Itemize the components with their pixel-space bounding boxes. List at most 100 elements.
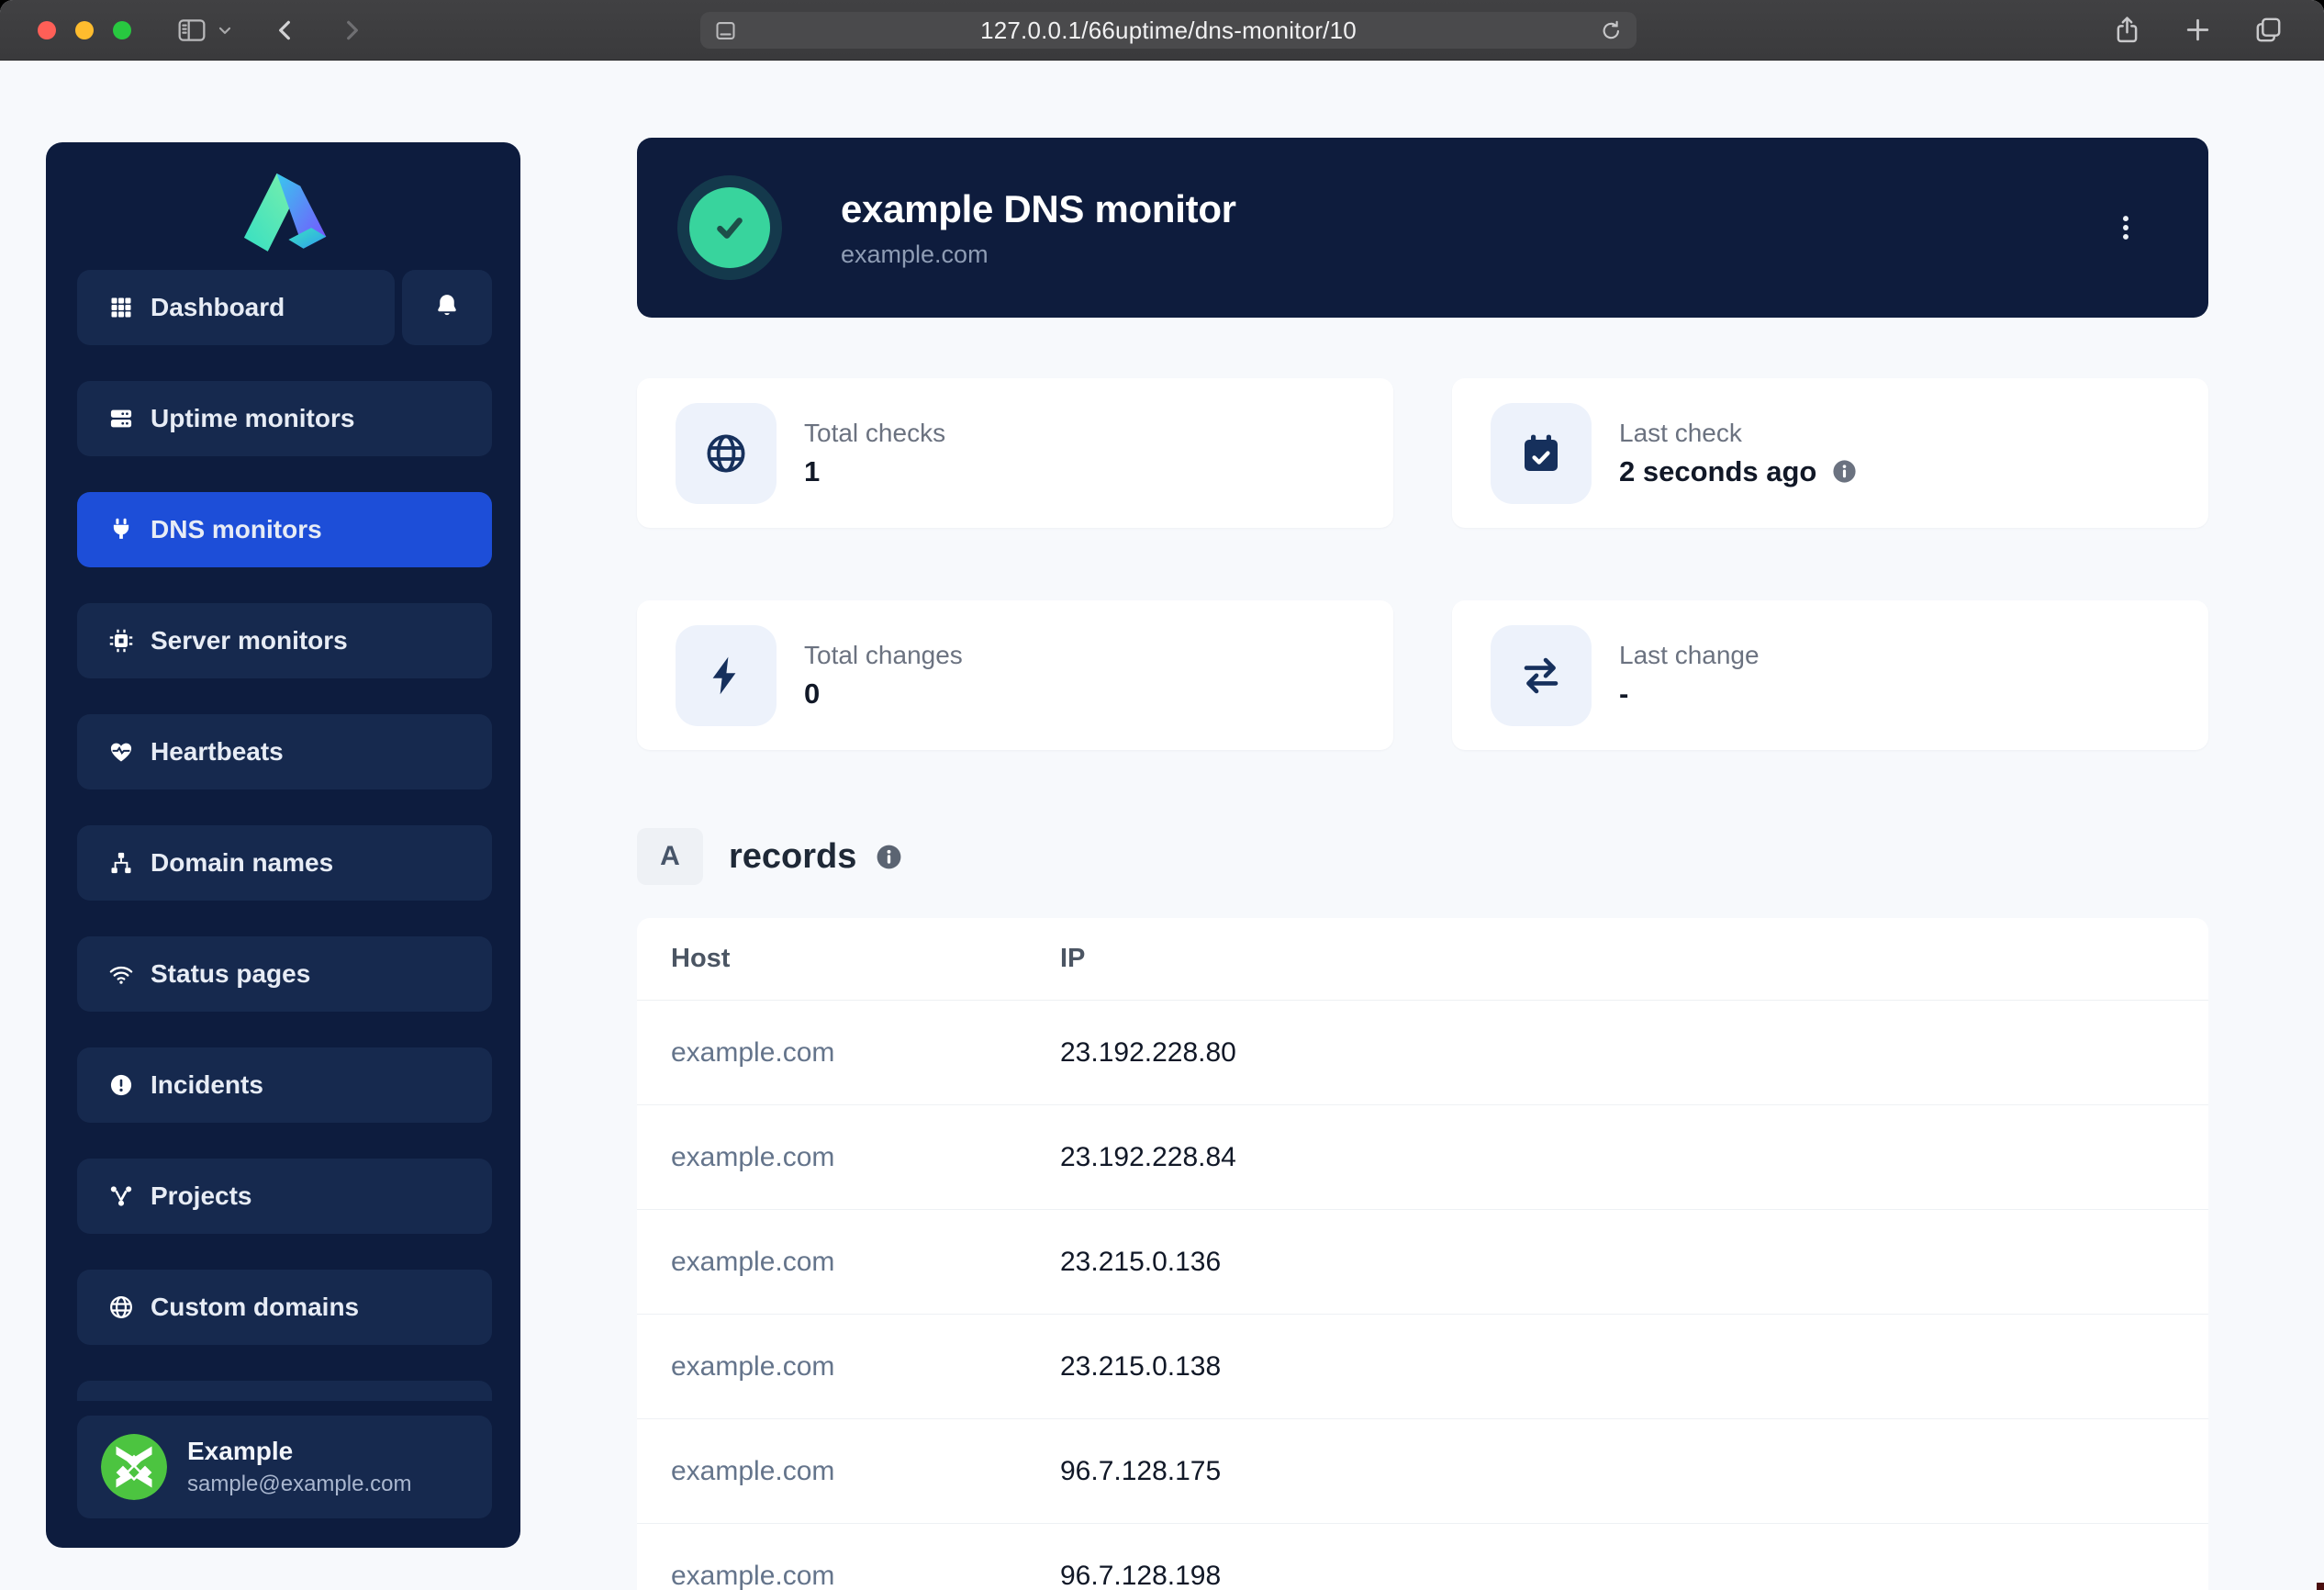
sidebar-item[interactable]: DNS monitors [77,492,492,567]
sidebar-item[interactable]: Incidents [77,1047,492,1123]
info-icon[interactable] [875,843,903,871]
sidebar-item[interactable]: Heartbeats [77,714,492,789]
stat-label: Last change [1619,641,1760,670]
heart-icon [108,739,134,765]
ip-cell: 96.7.128.198 [1060,1561,2208,1590]
back-button[interactable] [271,16,300,45]
table-row: example.com 23.215.0.138 [637,1315,2208,1419]
globe-icon [108,1294,134,1320]
sidebar-item-label: DNS monitors [151,515,322,544]
reload-icon[interactable] [1599,18,1624,43]
sidebar-item[interactable]: Uptime monitors [77,381,492,456]
notifications-button[interactable] [402,270,492,345]
sidebar: Dashboard Uptime monitors [46,142,520,1548]
stat-card: Total changes 0 [637,600,1393,750]
check-icon [709,207,751,249]
host-cell: example.com [637,1561,1060,1590]
ip-cell: 23.192.228.80 [1060,1037,2208,1069]
sidebar-item[interactable]: Domain names [77,825,492,901]
chevron-down-icon[interactable] [216,21,234,39]
table-row: example.com 23.192.228.84 [637,1105,2208,1210]
host-cell: example.com [637,1351,1060,1383]
new-tab-icon[interactable] [2183,15,2213,45]
stat-value: 1 [804,455,820,488]
user-name: Example [187,1437,411,1466]
screenshot-artifact [2317,1583,2324,1590]
table-header: Host IP [637,918,2208,1001]
bolt-icon [676,625,777,726]
stats-grid: Total checks 1 Last check [637,378,2208,750]
sidebar-item-partial[interactable] [77,1381,492,1401]
page-icon [713,18,738,43]
user-profile[interactable]: Example sample@example.com [77,1416,492,1518]
info-icon[interactable] [1831,458,1858,485]
sidebar-item[interactable]: Server monitors [77,603,492,678]
user-email: sample@example.com [187,1472,411,1497]
table-row: example.com 96.7.128.198 [637,1524,2208,1590]
sidebar-item-label: Custom domains [151,1293,359,1322]
monitor-header-card: example DNS monitor example.com [637,138,2208,318]
records-heading: A records [637,827,903,886]
minimize-window-button[interactable] [75,21,94,39]
sidebar-item-label: Uptime monitors [151,404,354,433]
swap-icon [1491,625,1592,726]
server-icon [108,406,134,431]
stat-card: Total checks 1 [637,378,1393,528]
sidebar-item-dashboard[interactable]: Dashboard [77,270,395,345]
sidebar-toggle-icon[interactable] [177,16,207,45]
sidebar-item-label: Heartbeats [151,737,284,767]
address-bar[interactable]: 127.0.0.1/66uptime/dns-monitor/10 [700,12,1637,49]
table-body: example.com 23.192.228.80 example.com 23… [637,1001,2208,1590]
records-title: records [729,837,856,877]
column-header-ip: IP [1060,944,2208,974]
ip-cell: 96.7.128.175 [1060,1456,2208,1487]
sidebar-item-label: Server monitors [151,626,348,655]
stat-value: 0 [804,677,820,711]
monitor-domain: example.com [841,241,1236,269]
monitor-menu-button[interactable] [2104,198,2148,257]
calendar-icon [1491,403,1592,504]
grid-icon [108,295,134,320]
sidebar-item-label: Domain names [151,848,333,878]
zoom-window-button[interactable] [113,21,131,39]
ip-cell: 23.215.0.136 [1060,1247,2208,1278]
stat-value: 2 seconds ago [1619,455,1816,488]
chip-icon [108,628,134,654]
stat-card: Last check 2 seconds ago [1452,378,2208,528]
status-badge [677,175,782,280]
app-page: Dashboard Uptime monitors [0,61,2324,1590]
close-window-button[interactable] [38,21,56,39]
sitemap-icon [108,850,134,876]
toolbar-right [2112,15,2284,45]
forward-button[interactable] [337,16,366,45]
sidebar-item[interactable]: Custom domains [77,1270,492,1345]
sidebar-item[interactable]: Projects [77,1159,492,1234]
sidebar-item-label: Incidents [151,1070,263,1100]
stat-card: Last change - [1452,600,2208,750]
url-text: 127.0.0.1/66uptime/dns-monitor/10 [700,17,1637,45]
records-table: Host IP example.com 23.192.228.80 exampl… [637,918,2208,1590]
host-cell: example.com [637,1456,1060,1487]
ip-cell: 23.192.228.84 [1060,1142,2208,1173]
table-row: example.com 23.192.228.80 [637,1001,2208,1105]
lambda-logo-icon [232,168,335,260]
browser-window: 127.0.0.1/66uptime/dns-monitor/10 [0,0,2324,1590]
table-row: example.com 23.215.0.136 [637,1210,2208,1315]
share-icon[interactable] [2112,15,2142,45]
sidebar-item-label: Status pages [151,959,310,989]
host-cell: example.com [637,1142,1060,1173]
stat-label: Total changes [804,641,963,670]
sidebar-nav: Uptime monitors DNS monitors Server moni… [77,381,492,1381]
stat-label: Total checks [804,419,945,448]
stat-label: Last check [1619,419,1858,448]
sidebar-item[interactable]: Status pages [77,936,492,1012]
kebab-icon [2110,212,2141,243]
column-header-host: Host [637,944,1060,974]
table-row: example.com 96.7.128.175 [637,1419,2208,1524]
tab-overview-icon[interactable] [2253,15,2284,45]
app-logo[interactable] [46,142,520,270]
sidebar-item-label: Projects [151,1181,252,1211]
globe-icon [676,403,777,504]
host-cell: example.com [637,1037,1060,1069]
alert-icon [108,1072,134,1098]
